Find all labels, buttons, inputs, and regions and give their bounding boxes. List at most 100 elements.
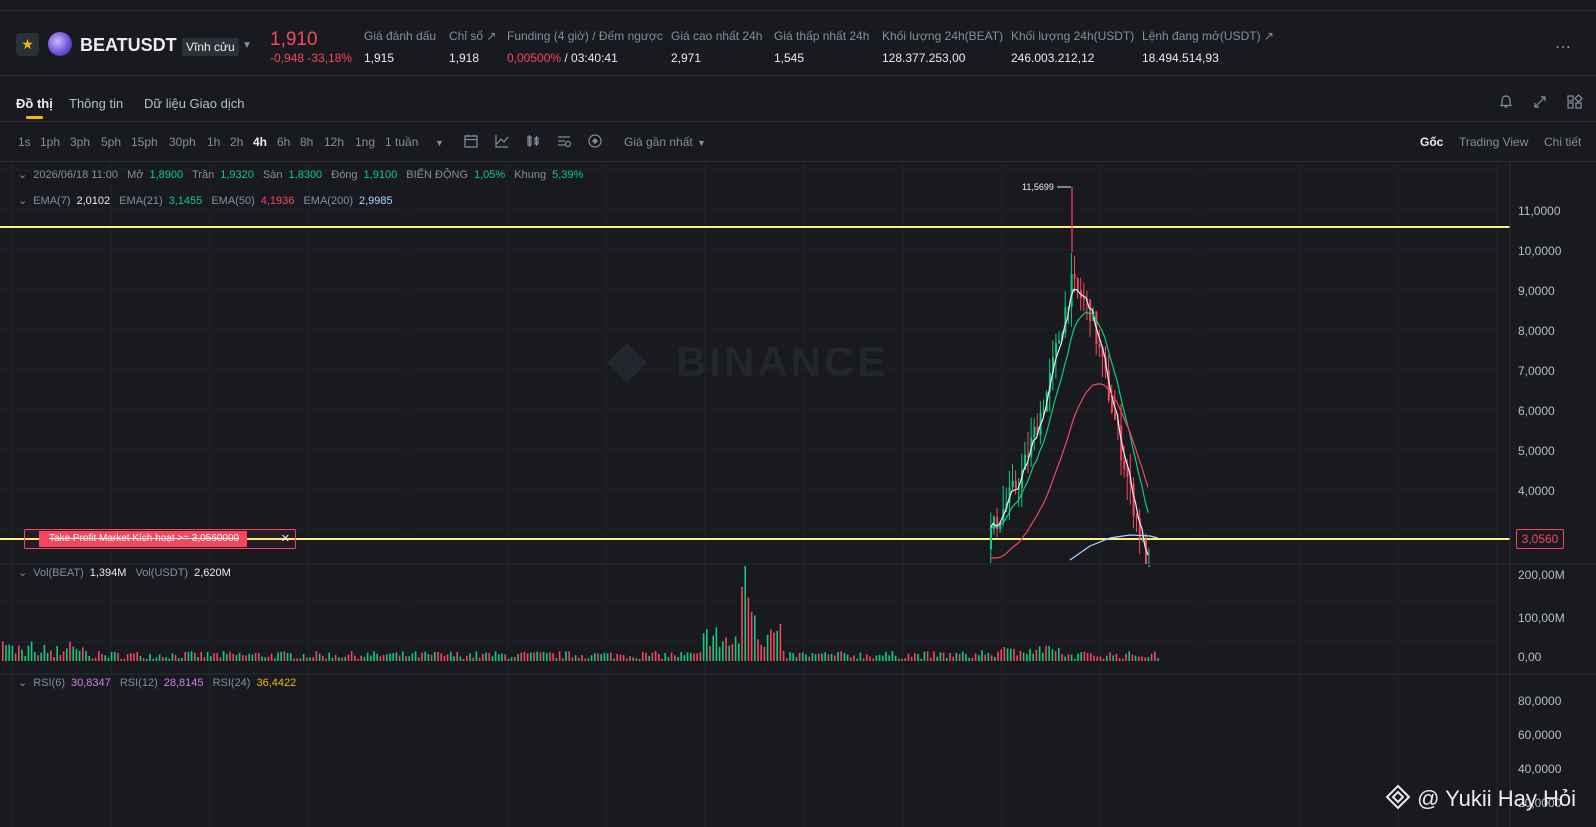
tf-1ng[interactable]: 1ng	[355, 135, 375, 149]
tab-trading-data[interactable]: Dữ liệu Giao dịch	[144, 96, 244, 111]
indicator-line-icon[interactable]	[494, 132, 510, 150]
tf-4h[interactable]: 4h	[253, 135, 267, 149]
more-dots-icon[interactable]: ⋯	[1555, 37, 1572, 57]
volume-bar	[725, 637, 727, 661]
volume-bar	[962, 651, 964, 661]
expand-icon[interactable]	[1532, 94, 1548, 110]
funding-countdown: / 03:40:41	[561, 51, 618, 65]
price-source-select[interactable]: Giá gần nhất	[624, 135, 693, 149]
volume-bar	[424, 651, 426, 661]
volume-bar	[770, 629, 772, 661]
tf-15ph[interactable]: 15ph	[131, 135, 158, 149]
volume-bar	[469, 653, 471, 661]
collapse-chevron-icon[interactable]: ⌄	[18, 195, 27, 207]
layout-grid-icon[interactable]	[1566, 94, 1584, 110]
stat-volume-beat: Khối lượng 24h(BEAT) 128.377.253,00	[882, 29, 1003, 65]
volume-bar	[14, 653, 17, 661]
tf-5ph[interactable]: 5ph	[101, 135, 121, 149]
stat-value: 2,971	[671, 51, 702, 65]
volume-bar	[245, 655, 247, 661]
volume-bar	[952, 656, 954, 661]
volume-bar	[907, 653, 910, 661]
volume-bar	[843, 653, 846, 661]
caret-down-icon[interactable]: ▼	[435, 138, 444, 148]
volume-bar	[523, 651, 526, 661]
volume-bar	[482, 653, 484, 661]
add-indicator-icon[interactable]	[587, 132, 603, 150]
candle-body	[1058, 340, 1061, 344]
stat-open-interest[interactable]: Lệnh đang mở(USDT) ↗ 18.494.514,93	[1142, 29, 1274, 65]
volume-bar	[1074, 658, 1076, 661]
tf-6h[interactable]: 6h	[277, 135, 290, 149]
stat-label: Giá đánh dấu	[364, 29, 437, 43]
volume-bar	[1042, 652, 1044, 661]
calendar-icon[interactable]	[463, 132, 479, 150]
volume-bar	[238, 652, 241, 661]
volume-bar	[219, 657, 222, 661]
tf-12h[interactable]: 12h	[324, 135, 344, 149]
candle-body	[1110, 400, 1113, 413]
tab-chart[interactable]: Đồ thị	[16, 96, 53, 111]
tf-1s[interactable]: 1s	[18, 135, 31, 149]
close-label: Đóng	[331, 169, 358, 181]
volume-bar	[917, 654, 919, 661]
ema200-label: EMA(200)	[303, 195, 353, 207]
tf-2h[interactable]: 2h	[230, 135, 243, 149]
take-profit-order-tag[interactable]: Take Profit Market Kích hoạt >= 3,056000…	[24, 529, 296, 549]
volume-bar	[2, 641, 4, 661]
tf-3ph[interactable]: 3ph	[70, 135, 90, 149]
symbol-name[interactable]: BEATUSDT	[80, 35, 177, 56]
volume-bar	[402, 651, 404, 661]
volume-bar	[920, 658, 922, 661]
chevron-down-icon[interactable]: ▼	[242, 40, 252, 51]
volume-bar	[1067, 654, 1070, 661]
candle-type-icon[interactable]	[525, 132, 541, 150]
volume-bar	[850, 657, 852, 661]
caret-down-icon[interactable]: ▼	[697, 138, 706, 148]
volume-bar	[40, 652, 42, 661]
volume-bar	[958, 653, 961, 661]
volume-bar	[104, 655, 106, 661]
volume-bar	[626, 658, 628, 661]
volume-bar	[306, 657, 308, 661]
tf-1ph[interactable]: 1ph	[40, 135, 60, 149]
volume-bar	[1064, 656, 1066, 661]
contract-type-badge[interactable]: Vĩnh cửu	[182, 38, 239, 56]
close-icon[interactable]: ✕	[281, 532, 290, 545]
volume-bar	[517, 654, 519, 661]
price-axis-tick: 8,0000	[1518, 324, 1555, 338]
chart-canvas[interactable]: BINANCE 11,5699	[0, 162, 1596, 827]
tab-info[interactable]: Thông tin	[69, 96, 123, 111]
view-original[interactable]: Gốc	[1420, 135, 1443, 149]
volume-bar	[814, 654, 817, 661]
volume-bar	[581, 655, 583, 661]
chart-area[interactable]: BINANCE 11,5699 ⌄ 2026/06/18 11:00 Mở 1,89…	[0, 162, 1596, 827]
view-tradingview[interactable]: Trading View	[1459, 135, 1528, 149]
collapse-chevron-icon[interactable]: ⌄	[18, 677, 27, 689]
volume-bar	[690, 652, 692, 661]
tf-30ph[interactable]: 30ph	[169, 135, 196, 149]
candles	[990, 187, 1151, 567]
tf-1-week[interactable]: 1 tuần	[385, 135, 418, 149]
volume-bar	[613, 658, 615, 661]
view-depth[interactable]: Chi tiết	[1544, 135, 1581, 149]
star-icon[interactable]: ★	[16, 33, 39, 56]
volume-bar	[878, 654, 881, 661]
stat-index-price[interactable]: Chỉ số ↗ 1,918	[449, 29, 496, 65]
candle-body	[1070, 274, 1073, 308]
tf-8h[interactable]: 8h	[300, 135, 313, 149]
volume-bar	[283, 651, 286, 661]
volume-bar	[62, 651, 65, 661]
collapse-chevron-icon[interactable]: ⌄	[18, 169, 27, 181]
ema-info-row: ⌄ EMA(7) 2,0102 EMA(21) 3,1455 EMA(50) 4,193…	[18, 194, 399, 207]
volume-bar	[338, 657, 340, 661]
volume-bar	[773, 632, 775, 661]
volume-bar	[347, 654, 350, 661]
bell-icon[interactable]	[1498, 94, 1514, 110]
volume-bar	[1090, 653, 1092, 661]
chart-settings-icon[interactable]	[556, 132, 572, 150]
collapse-chevron-icon[interactable]: ⌄	[18, 567, 27, 579]
tf-1h[interactable]: 1h	[207, 135, 220, 149]
volume-bar	[667, 657, 670, 661]
volume-bar	[27, 645, 30, 661]
